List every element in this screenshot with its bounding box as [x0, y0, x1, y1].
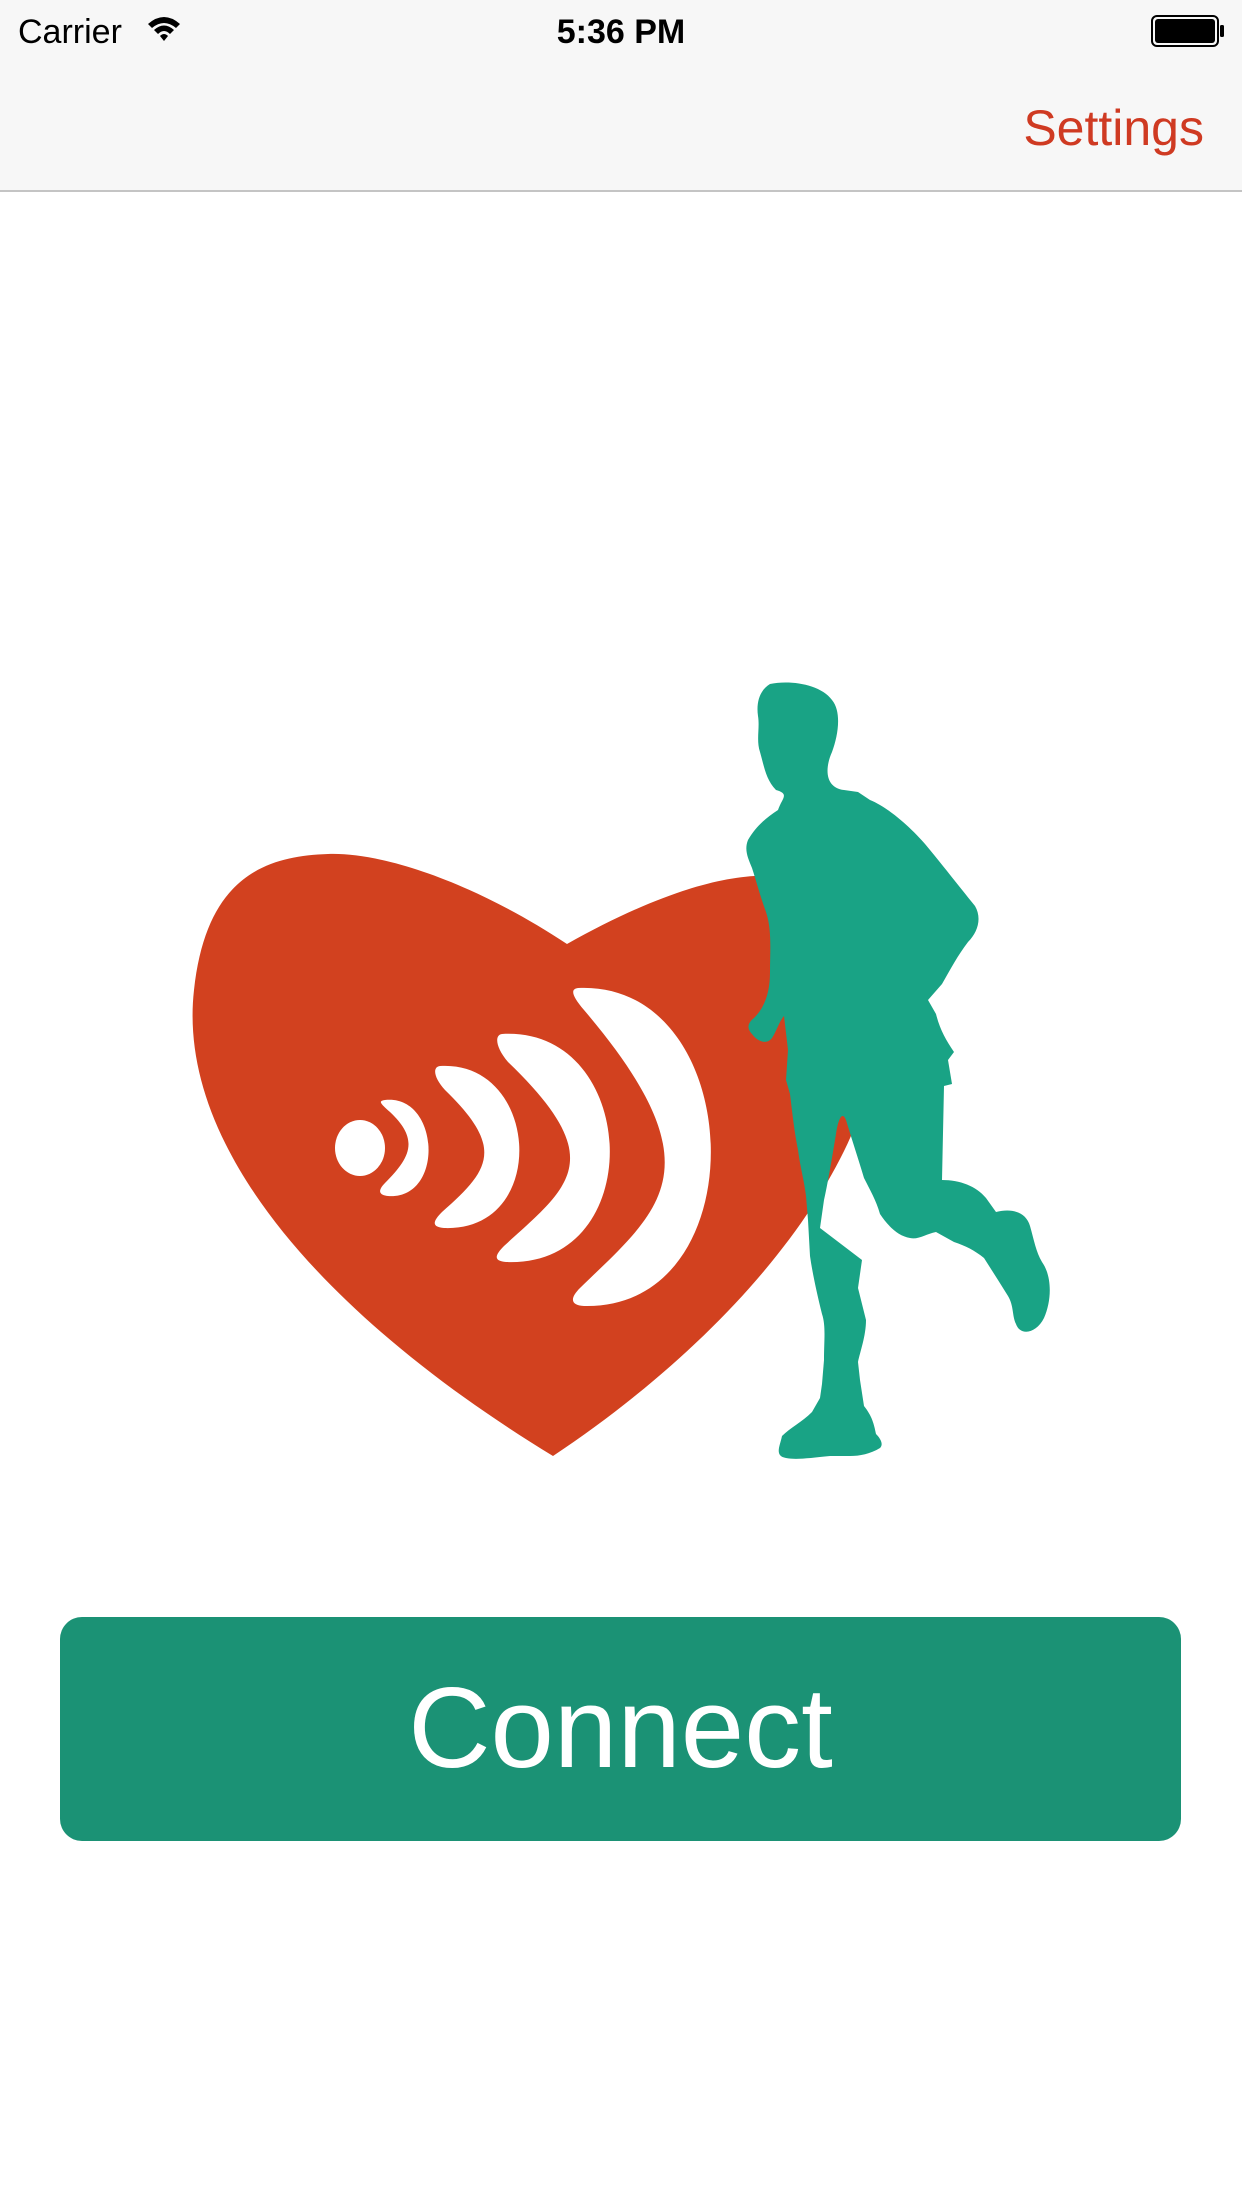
settings-button[interactable]: Settings: [1023, 98, 1204, 158]
connect-button[interactable]: Connect: [60, 1617, 1181, 1841]
battery-icon: [1151, 15, 1224, 47]
runner-icon: [746, 682, 1050, 1459]
status-time: 5:36 PM: [556, 13, 686, 51]
top-bar: Carrier 5:36 PM Settings: [0, 0, 1242, 192]
app-logo: [180, 670, 1060, 1470]
app-screen: Carrier 5:36 PM Settings Connect: [0, 0, 1242, 2208]
